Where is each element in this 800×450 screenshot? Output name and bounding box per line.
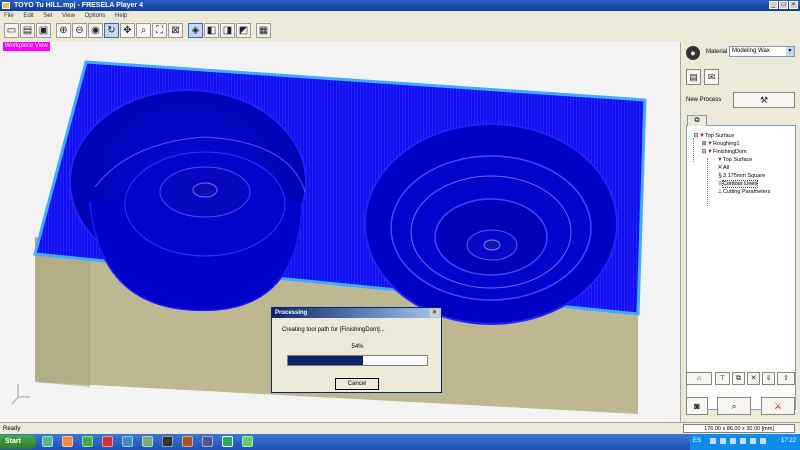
- tray-icon[interactable]: [730, 438, 736, 444]
- tool-edit-icon[interactable]: ⊤: [715, 372, 730, 385]
- dialog-title: Processing: [272, 308, 441, 318]
- cancel-button[interactable]: Cancel: [335, 378, 379, 390]
- tree-tab-icon[interactable]: ⧉: [687, 115, 707, 126]
- tree-item-selected[interactable]: ≡Contour Lines: [717, 180, 759, 188]
- fresela-icon[interactable]: [222, 436, 233, 447]
- process-panel: ● Material Modeling Wax ▼ ▤ ✉ New Proces…: [680, 42, 800, 422]
- iso-view-icon[interactable]: ◈: [188, 23, 203, 38]
- tree-item[interactable]: §3.175mm Square: [717, 172, 765, 180]
- material-value: Modeling Wax: [732, 48, 770, 54]
- tray-icon[interactable]: [720, 438, 726, 444]
- zoom-out-icon[interactable]: ⊖: [72, 23, 87, 38]
- top-view-icon[interactable]: ◨: [220, 23, 235, 38]
- app-icon[interactable]: [202, 436, 213, 447]
- chrome-icon[interactable]: [82, 436, 93, 447]
- new-process-label: New Process: [686, 97, 722, 103]
- processing-dialog: Processing ✕ Creating tool path for [Fin…: [271, 307, 442, 393]
- rotate-icon[interactable]: ↻: [104, 23, 119, 38]
- tree-item[interactable]: ⊞▼Roughing1: [701, 140, 739, 148]
- cut-icon[interactable]: ⚔: [761, 397, 795, 415]
- start-button[interactable]: Start: [0, 435, 36, 449]
- save-icon[interactable]: ▣: [36, 23, 51, 38]
- move-icon[interactable]: ✥: [120, 23, 135, 38]
- material-label: Material: [706, 49, 728, 55]
- app-icon[interactable]: [182, 436, 193, 447]
- copy-icon[interactable]: ⧉: [732, 372, 745, 385]
- fit-all-icon[interactable]: ⊠: [168, 23, 183, 38]
- document-icon[interactable]: ▤: [686, 69, 701, 85]
- process-tree: ⧉ ⊟▼Top Surface ⊞▼Roughing1 ⊟▼FinishingD…: [686, 115, 796, 410]
- tree-item[interactable]: ⊥Cutting Parameters: [717, 188, 770, 196]
- zoom-in-icon[interactable]: ⊕: [56, 23, 71, 38]
- stop-icon[interactable]: ◙: [686, 397, 708, 415]
- app-icon[interactable]: [162, 436, 173, 447]
- app-icon[interactable]: [122, 436, 133, 447]
- mail-icon[interactable]: ✉: [704, 69, 719, 85]
- chevron-down-icon: ▼: [786, 47, 794, 56]
- front-view-icon[interactable]: ◧: [204, 23, 219, 38]
- material-select[interactable]: Modeling Wax ▼: [729, 46, 795, 57]
- move-up-icon[interactable]: ⇧: [777, 372, 795, 385]
- menu-file[interactable]: File: [4, 11, 14, 21]
- pan-icon[interactable]: ◉: [88, 23, 103, 38]
- system-tray: ES 17:22: [690, 434, 800, 450]
- axis-indicator-icon: [11, 384, 30, 405]
- progress-bar: [287, 355, 428, 366]
- window-title: TOYO Tu HILL.mpj - FRESELA Player 4: [14, 2, 144, 9]
- move-down-icon[interactable]: ⇓: [762, 372, 775, 385]
- wire-view-icon[interactable]: ▦: [256, 23, 271, 38]
- open-folder-icon[interactable]: ▤: [20, 23, 35, 38]
- app-icon[interactable]: [102, 436, 113, 447]
- preview-icon[interactable]: ⌂: [686, 372, 712, 385]
- language-indicator[interactable]: ES: [693, 438, 701, 444]
- toolbar: ▭ ▤ ▣ ⊕ ⊖ ◉ ↻ ✥ ⌕ ⛶ ⊠ ◈ ◧ ◨ ◩ ▦: [0, 21, 800, 43]
- menu-bar: File Edit Set View Options Help: [0, 11, 800, 21]
- tray-icon[interactable]: [750, 438, 756, 444]
- tree-item[interactable]: ▼Top Surface: [717, 156, 752, 164]
- app-icon[interactable]: [142, 436, 153, 447]
- progress-bar-fill: [288, 356, 364, 365]
- app-icon: [2, 2, 10, 9]
- progress-percent: 54%: [351, 344, 364, 350]
- volume-icon[interactable]: [760, 438, 766, 444]
- close-button[interactable]: ×: [789, 1, 798, 9]
- maximize-button[interactable]: □: [779, 1, 788, 9]
- side-view-icon[interactable]: ◩: [236, 23, 251, 38]
- tree-item[interactable]: ✕All: [717, 164, 729, 172]
- zoom-window-icon[interactable]: ⛶: [152, 23, 167, 38]
- search-icon[interactable]: ⌕: [717, 397, 751, 415]
- taskbar: Start ES 17:22: [0, 434, 800, 450]
- tree-item[interactable]: ⊟▼FinishingDom: [701, 148, 746, 156]
- delete-icon[interactable]: ✕: [747, 372, 760, 385]
- dialog-message: Creating tool path for [FinishingDom]...: [282, 327, 385, 333]
- dialog-close-icon[interactable]: ✕: [430, 309, 439, 317]
- menu-set[interactable]: Set: [43, 11, 52, 21]
- app-icon[interactable]: [242, 436, 253, 447]
- title-bar: TOYO Tu HILL.mpj - FRESELA Player 4 _ □ …: [0, 0, 800, 11]
- new-file-icon[interactable]: ▭: [4, 23, 19, 38]
- view-mode-label: Workpiece View: [3, 42, 50, 51]
- zoom-icon[interactable]: ⌕: [136, 23, 151, 38]
- firefox-icon[interactable]: [62, 436, 73, 447]
- new-process-button[interactable]: ⚒: [733, 92, 795, 108]
- right-bowl: [364, 123, 618, 325]
- tree-item[interactable]: ⊟▼Top Surface: [693, 132, 734, 140]
- explorer-icon[interactable]: [42, 436, 53, 447]
- material-icon: ●: [686, 46, 700, 60]
- menu-options[interactable]: Options: [85, 11, 106, 21]
- stock-dimensions: 176.00 x 86.00 x 30.00 [mm]: [683, 424, 795, 433]
- menu-view[interactable]: View: [62, 11, 75, 21]
- tray-icon[interactable]: [740, 438, 746, 444]
- tray-icon[interactable]: [710, 438, 716, 444]
- menu-edit[interactable]: Edit: [23, 11, 33, 21]
- minimize-button[interactable]: _: [769, 1, 778, 9]
- clock: 17:22: [780, 438, 796, 444]
- menu-help[interactable]: Help: [115, 11, 127, 21]
